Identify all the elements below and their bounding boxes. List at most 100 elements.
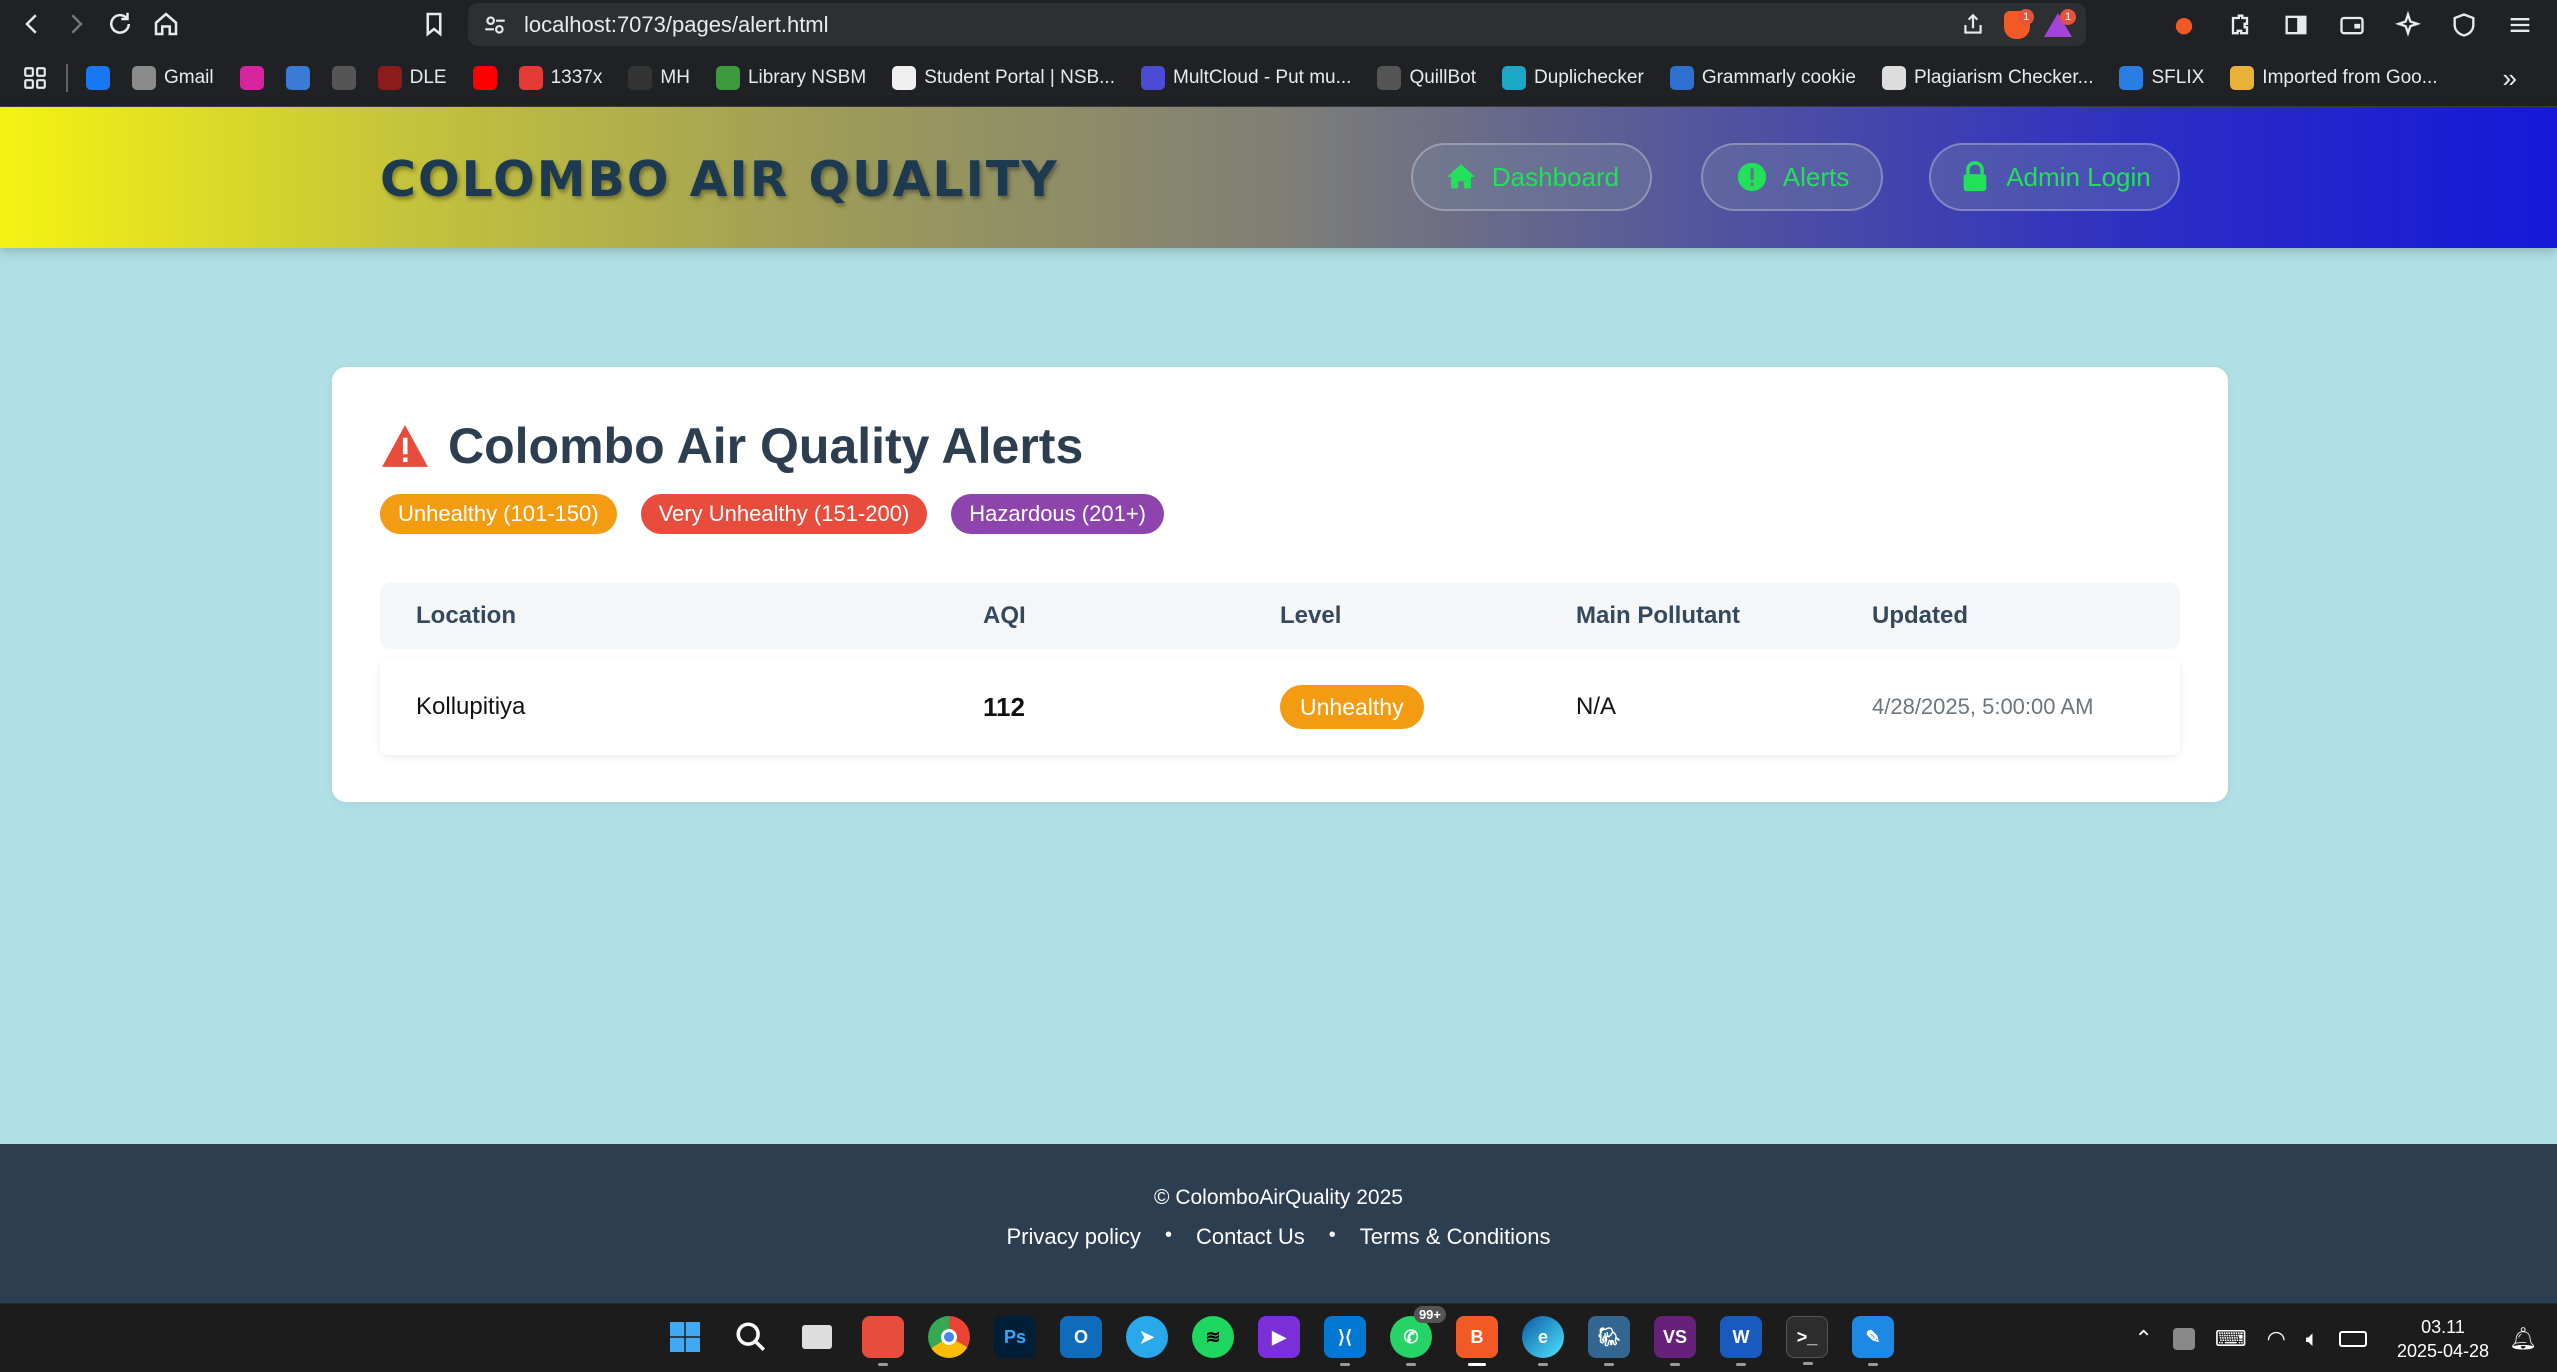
bookmark-item[interactable] xyxy=(285,65,310,90)
address-bar[interactable]: localhost:7073/pages/alert.html 1 1 xyxy=(468,3,2086,46)
bookmark-item[interactable]: Duplichecker xyxy=(1501,65,1644,90)
footer-link-terms[interactable]: Terms & Conditions xyxy=(1360,1224,1551,1250)
word-icon[interactable]: W xyxy=(1720,1316,1762,1366)
notifications-bell-icon[interactable]: 🔔︎ xyxy=(2509,1326,2537,1352)
bookmark-item[interactable]: Plagiarism Checker... xyxy=(1881,65,2093,90)
keyboard-icon[interactable]: ⌨ xyxy=(2215,1326,2247,1352)
footer-link-contact[interactable]: Contact Us xyxy=(1196,1224,1305,1250)
leo-icon[interactable] xyxy=(2167,8,2201,42)
footer-link-privacy[interactable]: Privacy policy xyxy=(1006,1224,1140,1250)
tray-app-icon[interactable] xyxy=(2172,1327,2195,1350)
photoshop-icon[interactable]: Ps xyxy=(994,1316,1036,1358)
bookmark-item[interactable] xyxy=(239,65,264,90)
x-icon xyxy=(518,65,543,90)
facebook-icon xyxy=(86,65,110,90)
column-header-main-pollutant: Main Pollutant xyxy=(1576,602,1740,629)
ai-sparkle-icon[interactable] xyxy=(2391,8,2425,42)
bookmark-label: Duplichecker xyxy=(1533,66,1644,88)
bookmark-list: Gmail DLE 1337x MH Library NSBM Student Porta… xyxy=(86,65,2464,90)
bookmark-page-icon[interactable] xyxy=(414,4,454,44)
s-icon xyxy=(2119,65,2144,90)
cell-level-badge: Unhealthy xyxy=(1280,685,1424,729)
bookmark-item[interactable]: SFLIX xyxy=(2119,65,2204,90)
vpn-shield-icon[interactable] xyxy=(2447,8,2481,42)
file-explorer-icon[interactable] xyxy=(862,1316,904,1366)
footer-separator: • xyxy=(1164,1224,1172,1246)
bookmark-item[interactable]: DLE xyxy=(377,65,447,90)
whatsapp-icon[interactable]: ✆ 99+ xyxy=(1390,1306,1446,1366)
bookmark-label: Grammarly cookie xyxy=(1701,66,1856,88)
nav-dashboard-label: Dashboard xyxy=(1491,161,1620,192)
spotify-icon[interactable]: ≋ xyxy=(1192,1316,1234,1358)
menu-icon[interactable] xyxy=(2503,8,2537,42)
bookmark-item[interactable]: Grammarly cookie xyxy=(1669,65,1856,90)
volume-icon[interactable]: 🔈︎ xyxy=(2306,1326,2319,1352)
doc-icon xyxy=(285,65,310,90)
column-header-updated: Updated xyxy=(1872,602,1968,629)
alerts-title: Colombo Air Quality Alerts xyxy=(448,418,1084,474)
vscode-icon[interactable]: ⟩⟨ xyxy=(1324,1316,1366,1366)
site-brand[interactable]: COLOMBO AIR QUALITY xyxy=(380,151,1059,208)
terminal-icon[interactable]: >_ xyxy=(1786,1316,1828,1365)
wallet-icon[interactable] xyxy=(2335,8,2369,42)
clock[interactable]: 03.11 2025-04-28 xyxy=(2397,1315,2489,1363)
alert-icon xyxy=(1737,162,1766,192)
nav-alerts-button[interactable]: Alerts xyxy=(1701,143,1883,211)
visual-studio-icon[interactable]: VS xyxy=(1654,1316,1696,1366)
telegram-icon[interactable]: ➤ xyxy=(1126,1316,1168,1358)
back-icon[interactable] xyxy=(12,4,52,44)
bookmark-item[interactable]: QuillBot xyxy=(1377,65,1476,90)
library-icon xyxy=(715,65,740,90)
column-header-level: Level xyxy=(1280,602,1342,629)
media-player-icon[interactable]: ▶ xyxy=(1258,1316,1300,1358)
chrome-icon[interactable] xyxy=(928,1316,970,1358)
windows-start-icon[interactable] xyxy=(664,1316,706,1358)
task-view-icon[interactable] xyxy=(796,1316,838,1358)
clock-date: 2025-04-28 xyxy=(2396,1340,2490,1361)
apps-grid-icon[interactable] xyxy=(22,65,48,91)
bookmark-item[interactable]: Gmail xyxy=(132,65,214,90)
system-tray: ⌃ ⌨ ◠ 🔈︎ 03.11 2025-04-28 🔔︎ xyxy=(2134,1304,2537,1372)
bookmark-item[interactable]: Library NSBM xyxy=(715,65,866,90)
bookmark-item[interactable]: Imported from Goo... xyxy=(2230,65,2438,90)
brave-rewards-icon[interactable]: 1 xyxy=(2044,9,2076,37)
nav-dashboard-button[interactable]: Dashboard xyxy=(1411,143,1652,211)
bookmark-item[interactable] xyxy=(472,65,497,90)
tray-overflow-icon[interactable]: ⌃ xyxy=(2134,1326,2152,1352)
url-text[interactable]: localhost:7073/pages/alert.html xyxy=(524,12,829,38)
bookmark-label: MultCloud - Put mu... xyxy=(1173,66,1352,88)
browser-titlebar: localhost:7073/pages/alert.html 1 1 xyxy=(0,0,2557,49)
legend-very-unhealthy: Very Unhealthy (151-200) xyxy=(640,494,928,534)
share-icon[interactable] xyxy=(1960,12,1986,38)
extensions-icon[interactable] xyxy=(2223,8,2257,42)
postgresql-icon[interactable]: 🐘︎ xyxy=(1588,1316,1630,1366)
outlook-icon[interactable]: O xyxy=(1060,1316,1102,1358)
site-settings-icon[interactable] xyxy=(482,12,508,38)
nav-admin-login-label: Admin Login xyxy=(2006,161,2151,192)
bookmark-item[interactable]: Student Portal | NSB... xyxy=(892,65,1115,90)
reload-icon[interactable] xyxy=(100,4,140,44)
column-header-location: Location xyxy=(416,602,516,629)
brave-icon[interactable]: B xyxy=(1456,1316,1498,1366)
snipping-tool-icon[interactable]: ✎ xyxy=(1852,1316,1894,1366)
more-bookmarks-icon[interactable]: » xyxy=(2503,63,2517,94)
edge-icon[interactable]: e xyxy=(1522,1316,1564,1366)
bookmark-item[interactable] xyxy=(331,65,356,90)
bookmark-label: Imported from Goo... xyxy=(2262,66,2438,88)
cell-aqi: 112 xyxy=(983,691,1025,722)
home-page-icon[interactable] xyxy=(146,4,186,44)
forward-icon[interactable] xyxy=(56,4,96,44)
bookmark-item[interactable]: MultCloud - Put mu... xyxy=(1141,65,1352,90)
wifi-icon[interactable]: ◠ xyxy=(2267,1326,2286,1352)
brave-shields-icon[interactable]: 1 xyxy=(2004,9,2034,39)
bookmark-item[interactable]: MH xyxy=(628,65,690,90)
column-header-aqi: AQI xyxy=(983,602,1026,629)
globe-icon xyxy=(132,65,156,90)
site-header: COLOMBO AIR QUALITY Dashboard Alerts Adm… xyxy=(0,107,2557,248)
battery-icon[interactable] xyxy=(2338,1330,2367,1347)
search-icon[interactable] xyxy=(730,1316,772,1358)
nav-admin-login-button[interactable]: Admin Login xyxy=(1929,143,2180,211)
sidebar-icon[interactable] xyxy=(2279,8,2313,42)
bookmark-item[interactable] xyxy=(86,65,110,90)
bookmark-item[interactable]: 1337x xyxy=(518,65,602,90)
